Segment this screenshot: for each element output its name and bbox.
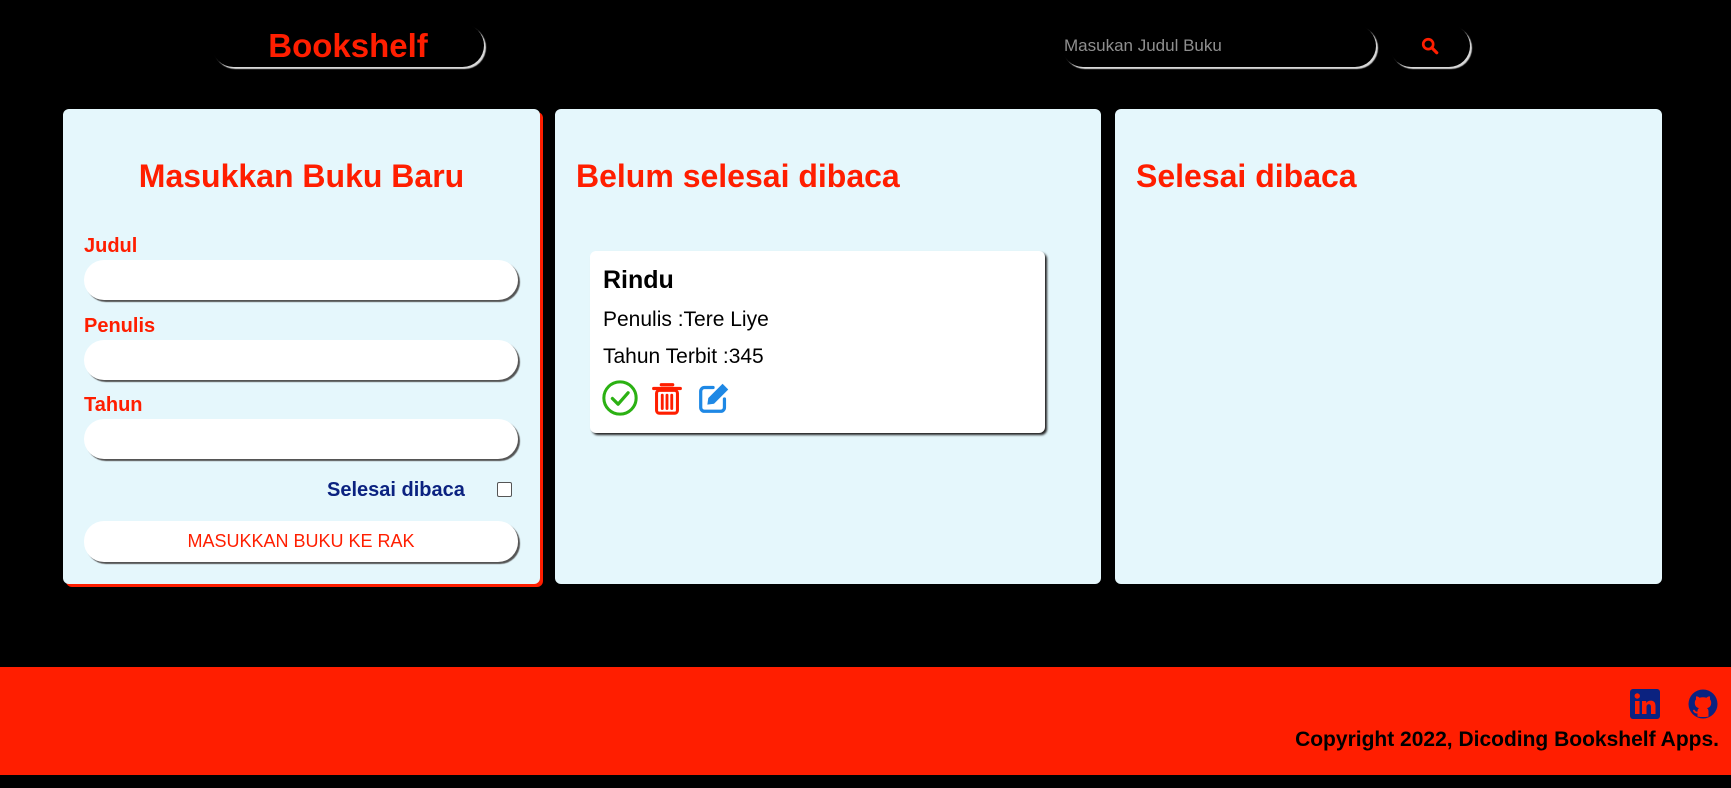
footer: Copyright 2022, Dicoding Bookshelf Apps. (0, 667, 1731, 775)
github-link[interactable] (1687, 688, 1719, 720)
linkedin-icon (1630, 689, 1660, 719)
copyright-text: Copyright 2022, Dicoding Bookshelf Apps. (1295, 728, 1719, 751)
incomplete-shelf-title: Belum selesai dibaca (576, 158, 900, 194)
search-input[interactable] (1062, 25, 1376, 67)
author-input[interactable] (84, 340, 518, 380)
edit-book-button[interactable] (695, 379, 733, 417)
book-actions (601, 379, 733, 417)
linkedin-link[interactable] (1629, 688, 1661, 720)
delete-book-button[interactable] (648, 379, 686, 417)
mark-complete-button[interactable] (601, 379, 639, 417)
github-icon (1688, 689, 1718, 719)
book-title: Rindu (603, 266, 674, 294)
year-input[interactable] (84, 419, 518, 459)
complete-checkbox-label: Selesai dibaca (327, 479, 465, 501)
search-button[interactable] (1390, 25, 1470, 67)
add-book-panel: Masukkan Buku Baru Judul Penulis Tahun S… (63, 109, 540, 584)
book-author: Penulis :Tere Liye (603, 308, 769, 331)
book-year: Tahun Terbit :345 (603, 345, 764, 368)
edit-icon (699, 383, 729, 413)
social-links (1629, 688, 1719, 720)
trash-icon (652, 383, 682, 415)
search-icon (1421, 37, 1439, 55)
complete-checkbox[interactable] (497, 482, 512, 497)
incomplete-shelf: Belum selesai dibaca Rindu Penulis :Tere… (555, 109, 1101, 584)
book-card: Rindu Penulis :Tere Liye Tahun Terbit :3… (590, 251, 1045, 433)
submit-button[interactable]: MASUKKAN BUKU KE RAK (84, 521, 518, 562)
brand-logo[interactable]: Bookshelf (212, 24, 484, 67)
form-title: Masukkan Buku Baru (138, 158, 465, 194)
check-circle-icon (602, 380, 638, 416)
title-label: Judul (84, 235, 138, 257)
complete-shelf: Selesai dibaca (1115, 109, 1662, 584)
year-label: Tahun (84, 394, 143, 416)
complete-shelf-title: Selesai dibaca (1136, 158, 1357, 194)
title-input[interactable] (84, 260, 518, 300)
brand-title: Bookshelf (268, 26, 428, 64)
author-label: Penulis (84, 315, 156, 337)
